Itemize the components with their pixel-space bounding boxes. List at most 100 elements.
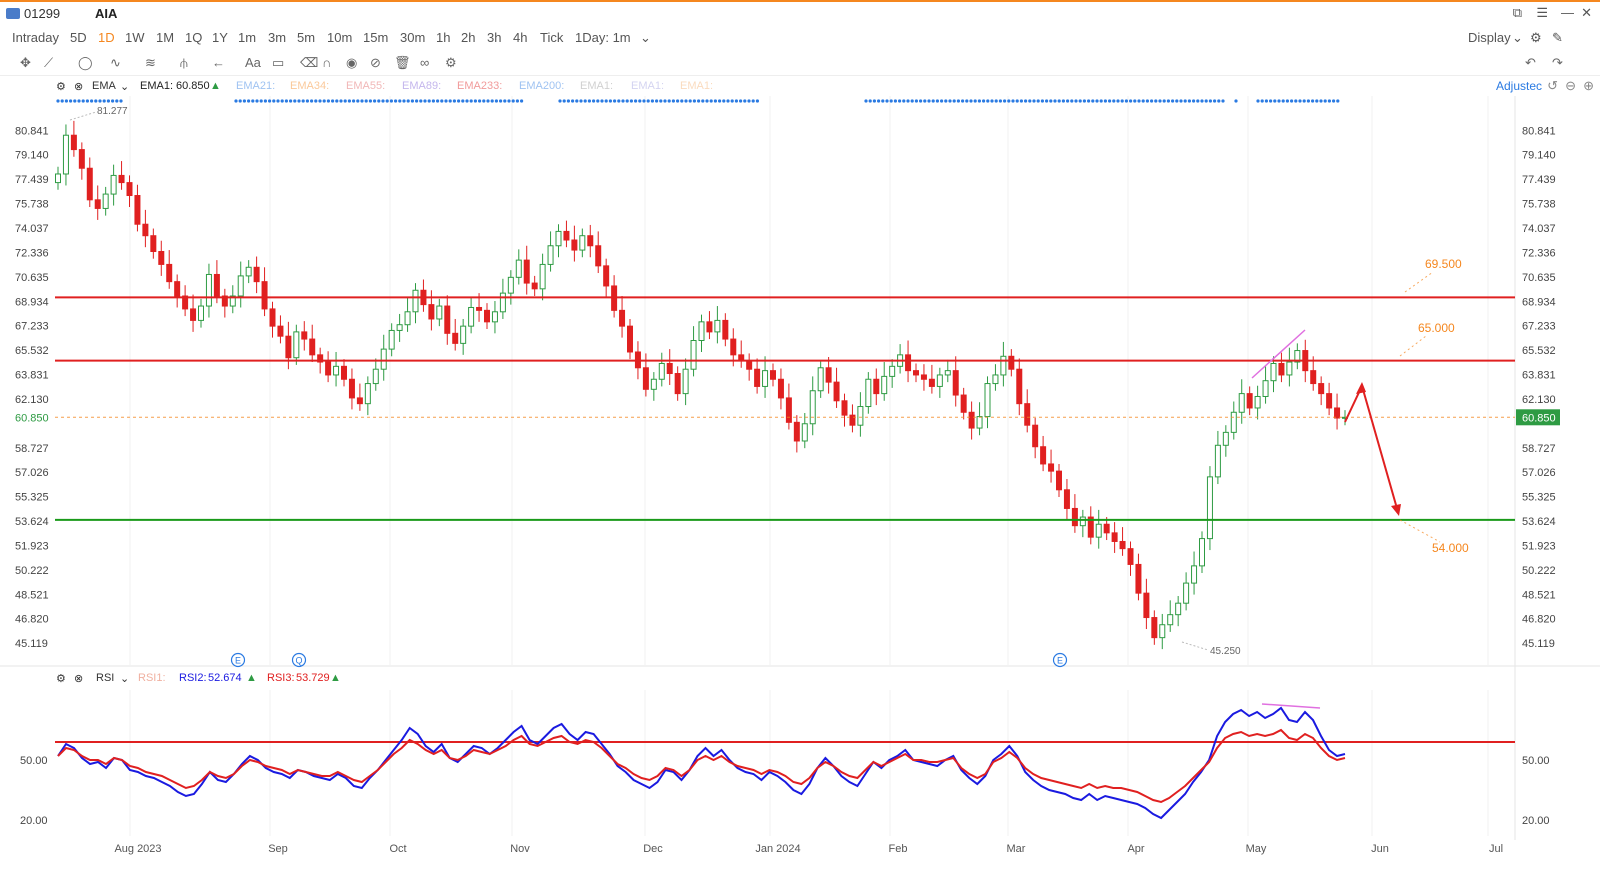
period-1w[interactable]: 1W [125, 30, 145, 45]
chevron-down-icon[interactable]: ⌄ [640, 30, 651, 46]
eraser-icon[interactable]: ⌫ [300, 55, 318, 71]
period-3h[interactable]: 3h [487, 30, 501, 45]
period-intraday[interactable]: Intraday [12, 30, 59, 45]
period-15m[interactable]: 15m [363, 30, 388, 45]
target-label: 54.000 [1432, 541, 1469, 555]
y-tick-label-right: 68.934 [1522, 296, 1556, 308]
circle-tool-icon[interactable]: ◯ [78, 55, 93, 71]
candle-body [1278, 362, 1285, 376]
period-1q[interactable]: 1Q [185, 30, 202, 45]
candle-body [1270, 362, 1277, 382]
rsi-settings-icon[interactable]: ⚙ [56, 672, 66, 685]
y-tick-label-left: 65.532 [15, 345, 49, 357]
restore-icon[interactable]: ⧉ [1513, 5, 1522, 21]
arrow-left-icon[interactable]: ← [212, 55, 225, 70]
candle-body [730, 338, 737, 356]
indicator-dot [268, 99, 272, 103]
redo-icon[interactable]: ↷ [1552, 55, 1563, 71]
indicator-dot [85, 99, 89, 103]
period-5m[interactable]: 5m [297, 30, 315, 45]
indicator-dot [613, 99, 617, 103]
period-1m[interactable]: 1m [238, 30, 256, 45]
wave-tool-icon[interactable]: ∿ [110, 55, 121, 71]
candle-body [785, 397, 792, 423]
divergence-line [1251, 329, 1306, 379]
period-tick[interactable]: Tick [540, 30, 563, 45]
indicator-dot [511, 99, 515, 103]
indicator-name[interactable]: EMA [92, 80, 116, 92]
indicator-settings-icon[interactable]: ⚙ [56, 80, 66, 93]
pencil-icon[interactable]: ✎ [1552, 30, 1563, 46]
zoom-out-icon[interactable]: ⊖ [1565, 78, 1576, 94]
move-icon[interactable]: ✥ [20, 55, 31, 71]
chevron-down-icon[interactable]: ⌄ [1512, 30, 1523, 46]
magnet-icon[interactable]: ∩ [322, 55, 331, 70]
reset-icon[interactable]: ↺ [1547, 78, 1558, 94]
indicator-dot [1040, 99, 1044, 103]
period-1h[interactable]: 1h [436, 30, 450, 45]
high-label: 81.277 [97, 106, 128, 117]
indicator-dot [1221, 99, 1225, 103]
period-4h[interactable]: 4h [513, 30, 527, 45]
indicator-dot [314, 99, 318, 103]
eye-icon[interactable]: ◉ [346, 55, 357, 71]
period-3m[interactable]: 3m [268, 30, 286, 45]
trash-icon[interactable]: 🗑 [394, 55, 411, 71]
period-1y[interactable]: 1Y [212, 30, 228, 45]
indicator-dot [473, 99, 477, 103]
candle-body [356, 397, 363, 405]
indicator-dot [940, 99, 944, 103]
adjusted-toggle[interactable]: Adjustec [1496, 79, 1542, 93]
period-10m[interactable]: 10m [327, 30, 352, 45]
price-chart[interactable]: 81.277 45.250 69.500 65.000 54.000 E Q E 80.841… [0, 0, 1600, 876]
candle-body [738, 354, 745, 362]
indicator-dot [743, 99, 747, 103]
indicator-dot [566, 99, 571, 103]
indicator-close-icon[interactable]: ⊗ [74, 80, 83, 93]
fork-tool-icon[interactable]: ⫛ [180, 55, 188, 71]
indicator-dot [961, 99, 965, 103]
chevron-down-icon[interactable]: ⌄ [120, 80, 129, 93]
period-5d[interactable]: 5D [70, 30, 87, 45]
indicator-dot [621, 99, 625, 103]
indicator-dot [701, 99, 705, 103]
period-2h[interactable]: 2h [461, 30, 475, 45]
indicator-dot [1066, 99, 1070, 103]
display-button[interactable]: Display [1468, 30, 1511, 45]
indicator-dot [276, 99, 280, 103]
hide-icon[interactable]: ⊘ [370, 55, 381, 71]
zoom-in-icon[interactable]: ⊕ [1583, 78, 1594, 94]
indicator-dot [1285, 99, 1289, 103]
ema55-label: EMA55: [346, 80, 386, 92]
gear-icon[interactable]: ⚙ [1530, 30, 1542, 46]
period-1m-month[interactable]: 1M [156, 30, 174, 45]
candle-body [619, 309, 626, 327]
line-tool-icon[interactable]: ⟋ [44, 55, 53, 71]
minimize-icon[interactable]: — [1561, 5, 1574, 20]
link-icon[interactable]: ∞ [420, 55, 429, 70]
candle-body [452, 332, 459, 344]
rsi-close-icon[interactable]: ⊗ [74, 672, 83, 685]
period-30m[interactable]: 30m [400, 30, 425, 45]
indicator-dot [1315, 99, 1319, 103]
settings-sliders-icon[interactable]: ☰ [1536, 5, 1548, 21]
candle-body [182, 295, 189, 310]
indicator-dot [1045, 99, 1049, 103]
chevron-down-icon[interactable]: ⌄ [120, 672, 129, 685]
event-marker-label: E [235, 656, 241, 666]
indicator-dot [73, 99, 77, 103]
comment-icon[interactable]: ▭ [272, 55, 284, 71]
candle-body [1119, 540, 1126, 550]
period-1d[interactable]: 1D [98, 30, 115, 45]
rsi-name[interactable]: RSI [96, 672, 114, 684]
close-icon[interactable]: ✕ [1581, 5, 1592, 21]
period-1day-1m[interactable]: 1Day: 1m [575, 30, 631, 45]
arrowhead [1391, 504, 1401, 516]
y-tick-label-left: 80.841 [15, 125, 49, 137]
text-tool-icon[interactable]: Aa [245, 55, 261, 70]
undo-icon[interactable]: ↶ [1525, 55, 1536, 71]
settings-icon[interactable]: ⚙ [445, 55, 457, 71]
candle-body [579, 235, 586, 251]
channel-tool-icon[interactable]: ≋ [145, 55, 156, 71]
y-tick-label-left: 67.233 [15, 321, 49, 333]
